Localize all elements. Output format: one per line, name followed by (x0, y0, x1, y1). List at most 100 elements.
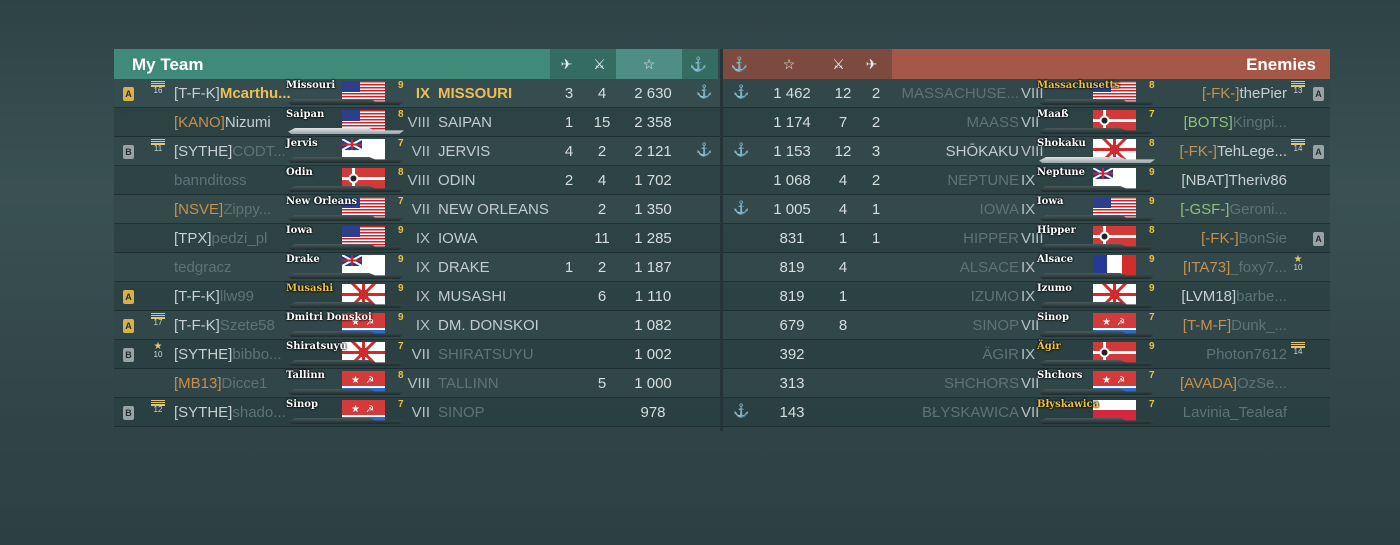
player-name[interactable]: [NSVE]Zippy... (174, 201, 271, 218)
ship-icon[interactable]: Iowa 9 (1037, 196, 1159, 223)
ships-destroyed: 4 (838, 259, 848, 276)
player-name[interactable]: bannditoss (174, 172, 247, 189)
player-name[interactable]: [MB13]Dicce1 (174, 375, 267, 392)
anchor-icon[interactable]: ⚓ (682, 49, 715, 79)
player-name[interactable]: [T-F-K]llw99 (174, 288, 254, 305)
player-row[interactable]: [KANO]Nizumi Saipan 8 VIII SAIPAN 1 15 2 358 (114, 108, 720, 137)
ship-icon[interactable]: Jervis 7 (286, 138, 408, 165)
player-row[interactable]: A 17 [T-F-K]Szete58 ★ ☭ Dmitri Donskoi 9 IX DM. … (114, 311, 720, 340)
nation-flag-ussr: ★ ☭ (1093, 313, 1136, 334)
ship-icon[interactable]: Ägir 9 (1037, 341, 1159, 368)
player-row[interactable]: 819 1 IZUMO IX Izumo 9 [LVM18]barbe... (723, 282, 1330, 311)
ship-icon[interactable]: Odin 8 (286, 167, 408, 194)
ship-icon[interactable]: New Orleans 7 (286, 196, 408, 223)
player-row[interactable]: ⚓ 143 BŁYSKAWICA VII Błyskawica 7 Lavinia_Teal… (723, 398, 1330, 427)
player-name[interactable]: [TPX]pedzi_pl (174, 230, 267, 247)
player-row[interactable]: 1 068 4 2 NEPTUNE IX Neptune 9 [NBAT]Theriv86 (723, 166, 1330, 195)
player-row[interactable]: tedgracz Drake 9 IX DRAKE 1 2 1 187 (114, 253, 720, 282)
ship-icon[interactable]: ★ ☭ Tallinn 8 (286, 370, 408, 397)
player-name[interactable]: [SYTHE]bibbo... (174, 346, 282, 363)
ship-icon[interactable]: Musashi 9 (286, 283, 408, 310)
ship-icon[interactable]: Saipan 8 (286, 109, 408, 136)
rank-number: 17 (153, 318, 163, 327)
ship-icon[interactable]: ★ ☭ Sinop 7 (286, 399, 408, 426)
ship-icon[interactable]: ★ ☭ Sinop 7 (1037, 312, 1159, 339)
ship-label: Neptune (1037, 167, 1086, 178)
kill-icon[interactable]: ⚔ (822, 49, 855, 79)
player-row[interactable]: 1 174 7 2 MAASS VII Maaß 7 [BOTS]Kingpi... (723, 108, 1330, 137)
plane-icon[interactable]: ✈ (855, 49, 888, 79)
star-icon[interactable]: ☆ (756, 49, 822, 79)
player-row[interactable]: B ★ 10 [SYTHE]bibbo... Shiratsuyu 7 VII SHIRATS… (114, 340, 720, 369)
ship-tier-small: 9 (1149, 341, 1155, 352)
player-row[interactable]: ⚓ 1 462 12 2 MASSACHUSE... VIII Massachusetts 8… (723, 79, 1330, 108)
ship-name: JERVIS (438, 143, 491, 160)
ship-tier-small: 8 (1149, 138, 1155, 149)
nation-flag-ussr: ★ ☭ (342, 400, 385, 421)
ship-icon[interactable]: Shiratsuyu 7 (286, 341, 408, 368)
player-name[interactable]: [ITA73]_foxy7... (1163, 259, 1287, 276)
kill-icon[interactable]: ⚔ (583, 49, 616, 79)
ship-name: ÄGIR (982, 346, 1019, 363)
player-row[interactable]: A 16 [T-F-K]Mcarthu... Missouri 9 IX MISSOURI 3… (114, 79, 720, 108)
player-row[interactable]: A [T-F-K]llw99 Musashi 9 IX MUSASHI 6 1 110 (114, 282, 720, 311)
ship-icon[interactable]: Iowa 9 (286, 225, 408, 252)
player-name[interactable]: [-FK-]BonSie (1163, 230, 1287, 247)
plane-icon[interactable]: ✈ (550, 49, 583, 79)
player-name[interactable]: [-GSF-]Geroni... (1163, 201, 1287, 218)
player-name[interactable]: [AVADA]OzSe... (1163, 375, 1287, 392)
player-row[interactable]: [NSVE]Zippy... New Orleans 7 VII NEW ORLEANS… (114, 195, 720, 224)
ship-icon[interactable]: Maaß 7 (1037, 109, 1159, 136)
player-name[interactable]: [LVM18]barbe... (1163, 288, 1287, 305)
player-name[interactable]: [BOTS]Kingpi... (1163, 114, 1287, 131)
player-name[interactable]: [T-M-F]Dunk_... (1163, 317, 1287, 334)
ship-icon[interactable]: Izumo 9 (1037, 283, 1159, 310)
ship-icon[interactable]: Shokaku 8 (1037, 138, 1159, 165)
player-name[interactable]: [T-F-K]Szete58 (174, 317, 275, 334)
player-name[interactable]: [T-F-K]Mcarthu... (174, 85, 291, 102)
player-name[interactable]: [-FK-]thePier (1163, 85, 1287, 102)
star-icon[interactable]: ☆ (616, 49, 682, 79)
ship-tier: IX (415, 85, 430, 102)
player-row[interactable]: B 12 [SYTHE]shado... ★ ☭ Sinop 7 VII SINOP 978 (114, 398, 720, 427)
rank-badge: 12 (148, 400, 168, 414)
ship-icon[interactable]: Hipper 8 (1037, 225, 1159, 252)
ship-icon[interactable]: Alsace 9 (1037, 254, 1159, 281)
anchor-icon[interactable]: ⚓ (723, 49, 756, 79)
player-name[interactable]: [NBAT]Theriv86 (1163, 172, 1287, 189)
player-row[interactable]: 819 4 ALSACE IX Alsace 9 [ITA73]_foxy7... ★ 10 (723, 253, 1330, 282)
player-row[interactable]: [TPX]pedzi_pl Iowa 9 IX IOWA 11 1 285 (114, 224, 720, 253)
player-row[interactable]: bannditoss Odin 8 VIII ODIN 2 4 1 702 (114, 166, 720, 195)
player-row[interactable]: 313 SHCHORS VII ★ ☭ Shchors 7 [AVADA]OzSe... (723, 369, 1330, 398)
ship-label: Iowa (286, 225, 313, 236)
planes-destroyed: 3 (871, 143, 881, 160)
ship-icon[interactable]: ★ ☭ Shchors 7 (1037, 370, 1159, 397)
player-name[interactable]: tedgracz (174, 259, 232, 276)
ship-icon[interactable]: Massachusetts 8 (1037, 80, 1159, 107)
player-name[interactable]: [SYTHE]CODT... (174, 143, 286, 160)
player-name[interactable]: [KANO]Nizumi (174, 114, 271, 131)
player-row[interactable]: [MB13]Dicce1 ★ ☭ Tallinn 8 VIII TALLINN 5 1 000 (114, 369, 720, 398)
player-row[interactable]: 392 ÄGIR IX Ägir 9 Photon7612 14 (723, 340, 1330, 369)
ship-icon[interactable]: Błyskawica 7 (1037, 399, 1159, 426)
clan-tag: [ITA73] (1183, 259, 1231, 276)
ship-icon[interactable]: Neptune 9 (1037, 167, 1159, 194)
player-name[interactable]: Lavinia_Tealeaf (1163, 404, 1287, 421)
rank-number: 13 (1293, 86, 1303, 95)
nation-flag-france (1093, 255, 1136, 276)
player-row[interactable]: 831 1 1 HIPPER VIII Hipper 8 [-FK-]BonSie A (723, 224, 1330, 253)
ship-label: Tallinn (286, 370, 325, 381)
player-row[interactable]: ⚓ 1 153 12 3 SHŌKAKU VIII Shokaku 8 [-FK-]TehLeg… (723, 137, 1330, 166)
rank-badge: 14 (1288, 342, 1308, 356)
player-name[interactable]: [-FK-]TehLege... (1163, 143, 1287, 160)
player-row[interactable]: ⚓ 1 005 4 1 IOWA IX Iowa 9 [-GSF-]Geroni... (723, 195, 1330, 224)
player-name[interactable]: [SYTHE]shado... (174, 404, 286, 421)
player-row[interactable]: B 11 [SYTHE]CODT... Jervis 7 VII JERVIS 4 2 2 121… (114, 137, 720, 166)
ship-icon[interactable]: Drake 9 (286, 254, 408, 281)
player-name[interactable]: Photon7612 (1163, 346, 1287, 363)
player-row[interactable]: 679 8 SINOP VII ★ ☭ Sinop 7 [T-M-F]Dunk_... (723, 311, 1330, 340)
base-xp: 1 285 (634, 230, 672, 247)
ship-icon[interactable]: ★ ☭ Dmitri Donskoi 9 (286, 312, 408, 339)
ship-icon[interactable]: Missouri 9 (286, 80, 408, 107)
player-nickname: Photon7612 (1206, 346, 1287, 363)
